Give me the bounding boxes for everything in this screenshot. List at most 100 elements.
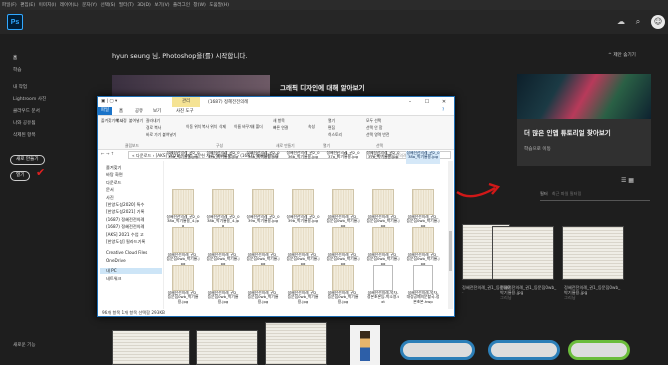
ribbon-button-organize[interactable]: 복사 위치 xyxy=(202,124,217,130)
nav-item[interactable]: 사진 xyxy=(106,195,114,201)
menu-item[interactable]: 문자(Y) xyxy=(82,2,97,8)
nav-item[interactable]: Creative Cloud Files xyxy=(106,250,147,255)
close-button[interactable]: ✕ xyxy=(436,97,452,107)
file-item[interactable]: 정혜전전의례_권2_등문집0wb_박기룡용.jpg xyxy=(166,265,200,304)
nav-item[interactable]: OneDrive xyxy=(106,258,126,263)
file-item[interactable]: 정혜전전의례_권2_등문집0wb_박기룡용.jpg xyxy=(206,265,240,304)
file-item[interactable]: 정혜전전의례_권2_등문집0wb_박기룡.jpg xyxy=(246,227,280,266)
file-item[interactable]: 정혜전전의례-목차-대정공폐의문할국-정본초본.hwp xyxy=(406,265,440,304)
recent-filter[interactable]: 필터 최근 파일 필터링 xyxy=(540,191,650,201)
sidebar-item-home[interactable]: 홈 xyxy=(13,55,17,61)
go-to-learn-link[interactable]: 학습으로 이동 xyxy=(524,146,551,152)
menu-item[interactable]: 파일(F) xyxy=(2,2,17,8)
ribbon-button-clipboard[interactable]: 바로 가기 붙여넣기 xyxy=(146,132,176,138)
menu-item[interactable]: 선택(S) xyxy=(100,2,115,8)
menu-item[interactable]: 보기(V) xyxy=(154,2,169,8)
avatar[interactable]: ☺ xyxy=(651,15,665,29)
sidebar-item-lightroom[interactable]: Lightroom 사진 xyxy=(13,96,46,102)
ribbon-button-clipboard[interactable]: 복사 xyxy=(116,118,123,124)
file-item[interactable]: 정혜전전의례_권2_036b_박기룡용.jpg xyxy=(286,151,320,164)
file-item[interactable]: 정혜전전의례_권2_037a_박기룡용.jpg xyxy=(326,151,360,164)
recent-thumbnail-figure[interactable] xyxy=(350,325,380,365)
file-item[interactable]: 정혜전전의례_권2_등문집0wb_박기룡용.jpg xyxy=(246,265,280,304)
whats-new-link[interactable]: 새로운 기능 xyxy=(13,342,36,348)
sidebar-item-my-work[interactable]: 내 작업 xyxy=(13,84,27,90)
maximize-button[interactable]: ☐ xyxy=(419,97,435,107)
menu-item[interactable]: 창(W) xyxy=(193,2,205,8)
file-item[interactable]: 정혜전전의례_권2_035a_박기룡용.jpg xyxy=(166,151,200,164)
tab-share[interactable]: 공유 xyxy=(135,108,143,114)
ribbon-button-open[interactable]: 열기 xyxy=(328,118,335,124)
nav-item[interactable]: 문서 xyxy=(106,187,114,193)
search-icon[interactable]: ⌕ xyxy=(632,16,644,28)
ribbon-button-new[interactable]: 빠른 연결 xyxy=(273,125,288,131)
file-item[interactable]: 정혜전전의례_권2_등문집0wb_박기룡.jpg xyxy=(406,227,440,266)
tutorial-promo-card[interactable] xyxy=(517,74,651,166)
ribbon-button-open[interactable]: 속성 xyxy=(308,124,315,130)
file-item[interactable]: 정혜전전의례_권2_037b_박기룡용.jpg xyxy=(366,151,400,164)
file-item[interactable]: 정혜전전의례_권2_등문집0wb_박기룡.jpg xyxy=(326,227,360,266)
sidebar-item-deleted[interactable]: 삭제된 항목 xyxy=(13,132,36,138)
ribbon-button-organize[interactable]: 이동 위치 xyxy=(186,124,201,130)
recent-thumbnail-bracelet[interactable] xyxy=(488,340,560,360)
tab-file[interactable]: 파일 xyxy=(98,107,112,115)
filter-input[interactable]: 최근 파일 필터링 xyxy=(552,191,582,196)
recent-thumbnail-bracelet[interactable] xyxy=(568,340,630,360)
file-item[interactable]: 정혜전전의례_권2_038a_박기룡용_4.jpg xyxy=(166,189,200,228)
ribbon-button-open[interactable]: 히스토리 xyxy=(328,132,342,138)
ribbon-button-organize[interactable]: 삭제 xyxy=(219,124,226,130)
ribbon-button-organize[interactable]: 새 폴더 xyxy=(251,124,263,130)
sidebar-item-shared[interactable]: 나와 공유됨 xyxy=(13,120,36,126)
ribbon-button-select[interactable]: 모두 선택 xyxy=(366,118,381,124)
nav-item[interactable]: [한양도성2020] 특수 xyxy=(106,202,144,208)
nav-item[interactable]: 즐겨찾기 xyxy=(106,165,121,171)
nav-item[interactable]: (1687) 정혜전전의례 xyxy=(106,224,144,230)
recent-thumbnail-bracelet[interactable] xyxy=(400,340,475,360)
file-item[interactable]: 정혜전전의례_권2_등문집0wb_박기룡.jpg xyxy=(166,227,200,266)
open-button[interactable]: 열기 xyxy=(10,171,31,181)
view-toggle-icons[interactable]: ☰ ▦ xyxy=(621,177,634,184)
file-item[interactable]: 정혜전전의례_권2_등문집0wb_박기룡.jpg xyxy=(366,189,400,228)
nav-item[interactable]: 내 PC xyxy=(100,268,162,275)
tab-view[interactable]: 보기 xyxy=(153,108,161,114)
file-item[interactable]: 정혜전전의례-목차-정본초본등-박소영.txt xyxy=(366,265,400,304)
help-icon[interactable]: ? xyxy=(442,108,444,113)
ribbon-button-select[interactable]: 선택 영역 반전 xyxy=(366,132,389,138)
nav-item[interactable]: [한양도성] 필라드기록 xyxy=(106,239,145,245)
nav-item[interactable]: 바탕 화면 xyxy=(106,172,123,178)
menu-item[interactable]: 도움말(H) xyxy=(209,2,229,8)
file-item[interactable]: 정혜전전의례_권2_등문집0wb_박기룡.jpg xyxy=(326,189,360,228)
scrollbar[interactable] xyxy=(448,161,453,309)
ribbon-button-clipboard[interactable]: 잘라내기 xyxy=(146,118,160,124)
minimize-button[interactable]: – xyxy=(402,97,418,107)
ribbon-button-select[interactable]: 선택 안 함 xyxy=(366,125,382,131)
tab-picture-tools[interactable]: 사진 도구 xyxy=(176,108,194,114)
file-item[interactable]: 정혜전전의례_권2_등문집0wb_박기룡용.jpg xyxy=(286,265,320,304)
hide-suggestions-button[interactable]: ^ 제안 숨기기 xyxy=(608,52,636,58)
learn-card-title[interactable]: 그래픽 디자인에 대해 알아보기 xyxy=(280,82,365,92)
menu-item[interactable]: 이미지(I) xyxy=(39,2,57,8)
recent-thumbnail[interactable] xyxy=(265,322,327,365)
nav-item[interactable]: [한양도성2021] 기록 xyxy=(106,209,144,215)
nav-item[interactable]: 다운로드 xyxy=(106,180,121,186)
recent-thumbnail[interactable] xyxy=(492,226,554,280)
menu-item[interactable]: 필터(T) xyxy=(119,2,134,8)
tab-home[interactable]: 홈 xyxy=(119,108,123,114)
file-item[interactable]: 정혜전전의례_권2_039a_박기룡용.jpg xyxy=(246,189,280,228)
file-item[interactable]: 정혜전전의례_권2_등문집0wb_박기룡.jpg xyxy=(366,227,400,266)
menu-item[interactable]: 편집(E) xyxy=(20,2,35,8)
nav-item[interactable]: [AKS] 2021 수업 고 xyxy=(106,232,144,238)
file-item[interactable]: 정혜전전의례_권2_등문집0wb_박기룡.jpg xyxy=(286,227,320,266)
ribbon-button-open[interactable]: 편집 xyxy=(328,125,335,131)
ribbon-button-clipboard[interactable]: 경로 복사 xyxy=(146,125,161,131)
recent-thumbnail[interactable] xyxy=(112,330,190,365)
sidebar-item-cloud-docs[interactable]: 클라우드 문서 xyxy=(13,108,40,114)
recent-thumbnail[interactable] xyxy=(196,330,258,365)
file-item[interactable]: 정혜전전의례_권2_등문집0wb_박기룡.jpg xyxy=(406,189,440,228)
nav-item[interactable]: 네트워크 xyxy=(106,276,121,282)
ribbon-button-new[interactable]: 새 항목 xyxy=(273,118,285,124)
file-item[interactable]: 정혜전전의례_권2_038a_박기룡용.jpg xyxy=(406,151,440,164)
nav-item[interactable]: (1687) 정혜전전의례 xyxy=(106,217,144,223)
recent-thumbnail[interactable] xyxy=(562,226,624,280)
menu-item[interactable]: 3D(D) xyxy=(137,3,151,8)
